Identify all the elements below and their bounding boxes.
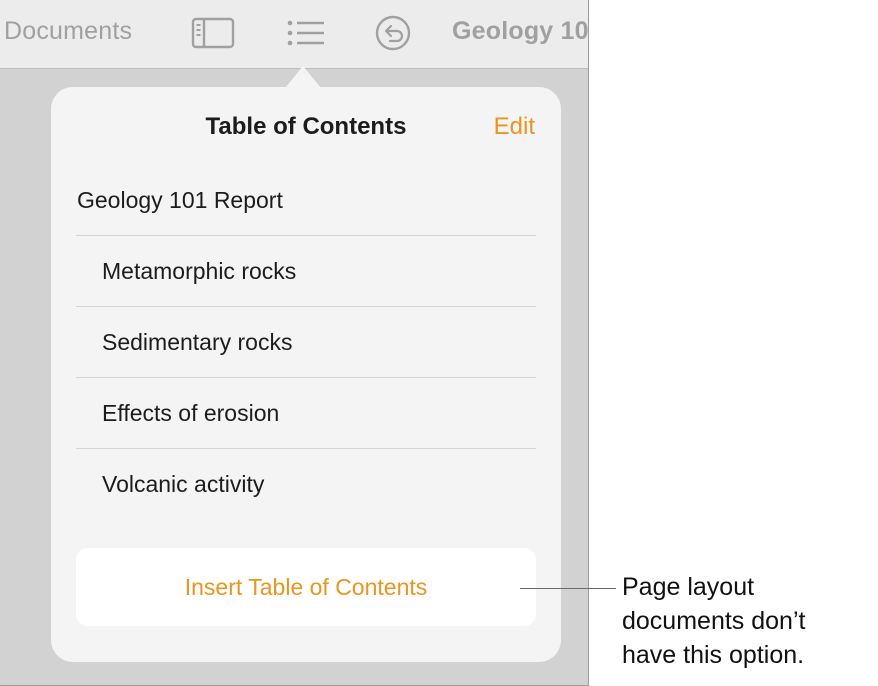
list-icon[interactable] <box>282 14 328 52</box>
callout-line-1: Page layout <box>622 573 755 601</box>
table-of-contents-popover: Table of Contents Edit Geology 101 Repor… <box>51 87 561 662</box>
toolbar: Documents Geology 10 <box>0 0 588 69</box>
undo-icon[interactable] <box>370 14 416 52</box>
popover-title: Table of Contents <box>205 113 407 140</box>
callout-line <box>520 588 616 589</box>
documents-button[interactable]: Documents <box>4 17 132 46</box>
toc-item-volcanic-activity[interactable]: Volcanic activity <box>76 449 536 519</box>
toc-item-sedimentary-rocks[interactable]: Sedimentary rocks <box>76 307 536 378</box>
document-title: Geology 10 <box>452 17 589 45</box>
callout-line-3: have this option. <box>622 641 805 669</box>
callout-line-2: documents don’t <box>622 607 806 635</box>
toc-item-geology-101-report[interactable]: Geology 101 Report <box>76 165 536 236</box>
popover-arrow <box>285 66 321 88</box>
toc-list: Geology 101 Report Metamorphic rocks Sed… <box>76 165 536 519</box>
callout-text: Page layout documents don’t have this op… <box>622 570 872 672</box>
app-window: Documents Geology 10 Table of Contents E… <box>0 0 589 686</box>
toc-item-effects-of-erosion[interactable]: Effects of erosion <box>76 378 536 449</box>
toc-item-metamorphic-rocks[interactable]: Metamorphic rocks <box>76 236 536 307</box>
edit-button[interactable]: Edit <box>494 113 535 141</box>
sidebar-icon[interactable] <box>190 14 236 52</box>
insert-toc-button[interactable]: Insert Table of Contents <box>76 548 536 626</box>
